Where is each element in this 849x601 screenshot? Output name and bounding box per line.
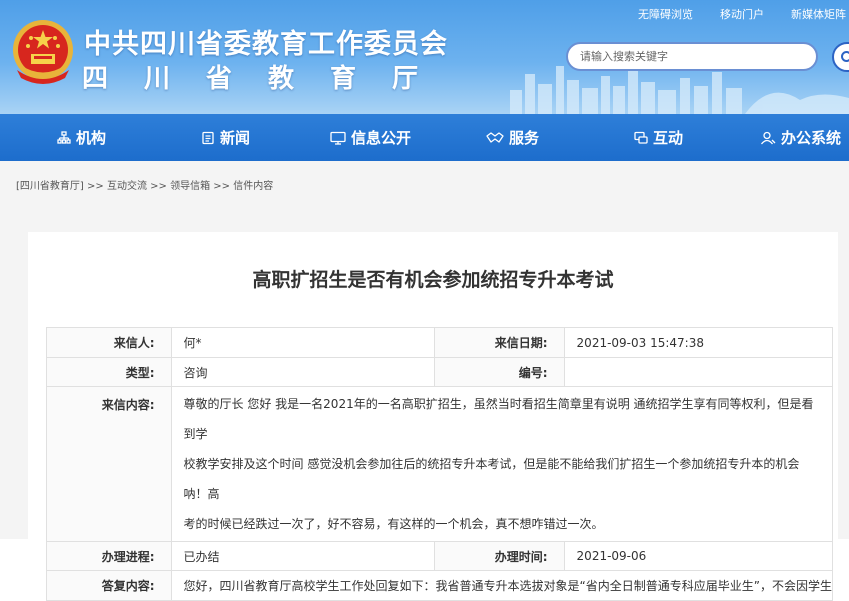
nav-label: 互动 [653, 129, 684, 147]
chat-icon [634, 131, 648, 144]
breadcrumb-leader-mailbox[interactable]: 领导信箱 [170, 181, 210, 192]
nav-item-news[interactable]: 新闻 [201, 114, 250, 161]
date-label: 来信日期: [433, 327, 565, 358]
sender-label: 来信人: [46, 327, 172, 358]
nav-label: 服务 [509, 129, 540, 147]
breadcrumb-separator: >> [150, 181, 167, 192]
nav-label: 机构 [76, 129, 107, 147]
breadcrumb-home[interactable]: [四川省教育厅] [16, 181, 84, 192]
handshake-icon [486, 131, 504, 143]
nav-label: 办公系统 [781, 129, 842, 147]
date-value: 2021-09-03 15:47:38 [563, 327, 834, 358]
national-emblem-icon [13, 20, 73, 84]
breadcrumb-separator: >> [213, 181, 231, 192]
sender-value: 何* [170, 327, 435, 358]
nav-label: 信息公开 [351, 129, 412, 147]
nav-item-service[interactable]: 服务 [486, 114, 539, 161]
progress-label: 办理进程: [46, 541, 172, 571]
search-icon [841, 51, 849, 62]
table-row: 来信内容: 尊敬的厅长 您好 我是一名2021年的一名高职扩招生，虽然当时看招生… [46, 386, 834, 542]
number-value [563, 357, 834, 387]
nav-item-office-system[interactable]: 办公系统 [760, 114, 841, 161]
monitor-icon [330, 131, 346, 145]
breadcrumb-interaction[interactable]: 互动交流 [107, 181, 147, 192]
number-label: 编号: [433, 357, 565, 387]
content-line: 考的时候已经跌过一次了，好不容易，有这样的一个机会，真不想咋错过一次。 [183, 517, 604, 531]
table-row: 类型: 咨询 编号: [46, 357, 834, 387]
breadcrumb-separator: >> [87, 181, 104, 192]
main-nav: 机构 新闻 信息公开 服务 互动 办公系统 [0, 114, 849, 161]
reply-value: 您好，四川省教育厅高校学生工作处回复如下：我省普通专升本选拔对象是“省内全日制普… [170, 570, 834, 601]
table-row: 来信人: 何* 来信日期: 2021-09-03 15:47:38 [46, 327, 834, 358]
nav-item-info-disclosure[interactable]: 信息公开 [330, 114, 411, 161]
content-line: 尊敬的厅长 您好 我是一名2021年的一名高职扩招生，虽然当时看招生简章里有说明… [183, 397, 814, 441]
site-title: 中共四川省委教育工作委员会 [84, 29, 448, 60]
table-row: 答复内容: 您好，四川省教育厅高校学生工作处回复如下：我省普通专升本选拔对象是“… [46, 570, 834, 601]
progress-value: 已办结 [170, 541, 435, 571]
site-header: 中共四川省委教育工作委员会 四川省教育厅 无障碍浏览 移动门户 新媒体矩阵 [0, 0, 849, 114]
letter-info-table: 来信人: 何* 来信日期: 2021-09-03 15:47:38 类型: 咨询… [46, 327, 834, 601]
table-row: 办理进程: 已办结 办理时间: 2021-09-06 [46, 541, 834, 571]
type-label: 类型: [46, 357, 172, 387]
content-label: 来信内容: [46, 386, 172, 542]
breadcrumb-letter-content: 信件内容 [233, 181, 274, 192]
handle-time-label: 办理时间: [433, 541, 565, 571]
handle-time-value: 2021-09-06 [563, 541, 834, 571]
nav-label: 新闻 [220, 129, 251, 147]
site-subtitle: 四川省教育厅 [82, 64, 455, 94]
user-icon [760, 131, 776, 144]
reply-label: 答复内容: [46, 570, 172, 601]
search-input[interactable] [580, 44, 800, 69]
content-value: 尊敬的厅长 您好 我是一名2021年的一名高职扩招生，虽然当时看招生简章里有说明… [170, 386, 834, 542]
accessibility-link[interactable]: 无障碍浏览 [638, 6, 693, 22]
breadcrumb: [四川省教育厅] >> 互动交流 >> 领导信箱 >> 信件内容 [16, 177, 273, 192]
news-icon [202, 131, 214, 144]
mobile-portal-link[interactable]: 移动门户 [720, 6, 764, 22]
org-icon [57, 130, 71, 144]
letter-title: 高职扩招生是否有机会参加统招专升本考试 [252, 269, 614, 291]
new-media-link[interactable]: 新媒体矩阵 [791, 6, 846, 22]
content-line: 校教学安排及这个时间 感觉没机会参加往后的统招专升本考试，但是能不能给我们扩招生… [183, 457, 800, 501]
nav-item-interact[interactable]: 互动 [634, 114, 683, 161]
type-value: 咨询 [170, 357, 435, 387]
nav-item-org[interactable]: 机构 [57, 114, 106, 161]
search-box [566, 42, 818, 71]
